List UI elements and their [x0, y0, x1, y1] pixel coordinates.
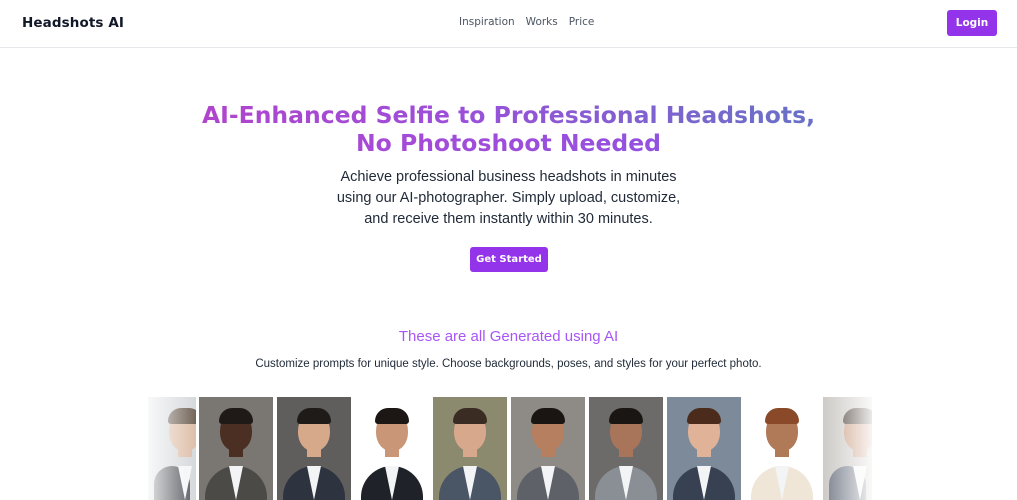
person-hair — [219, 408, 253, 424]
headshot-photo — [745, 397, 819, 500]
nav-link-inspiration[interactable]: Inspiration — [459, 16, 515, 28]
top-nav-bar: Headshots AI Inspiration Works Price Log… — [0, 0, 1017, 48]
photo-edge-fade — [823, 397, 872, 500]
headshot-photo — [589, 397, 663, 500]
hero-title-line-2: No Photoshoot Needed — [355, 129, 662, 157]
headshot-photo — [148, 397, 196, 500]
hero-title-line-1: AI-Enhanced Selfie to Professional Heads… — [0, 101, 1017, 129]
main-nav: Inspiration Works Price — [459, 16, 594, 28]
login-button[interactable]: Login — [947, 10, 997, 36]
gallery-title: These are all Generated using AI — [398, 328, 619, 345]
hero-subtitle: Achieve professional business headshots … — [0, 167, 1017, 230]
headshot-photo — [823, 397, 872, 500]
person-hair — [687, 408, 721, 424]
hero-subtitle-line-3: and receive them instantly within 30 min… — [364, 211, 653, 227]
headshot-photo — [277, 397, 351, 500]
nav-link-price[interactable]: Price — [569, 16, 595, 28]
headshot-photo — [511, 397, 585, 500]
person-hair — [609, 408, 643, 424]
person-hair — [297, 408, 331, 424]
nav-link-works[interactable]: Works — [526, 16, 558, 28]
hero-subtitle-line-2: using our AI-photographer. Simply upload… — [336, 190, 681, 206]
gallery-subtitle: Customize prompts for unique style. Choo… — [255, 358, 762, 370]
photo-edge-fade — [148, 397, 196, 500]
headshot-photo — [667, 397, 741, 500]
headshot-photo — [199, 397, 273, 500]
get-started-button[interactable]: Get Started — [470, 247, 548, 272]
hero-title: AI-Enhanced Selfie to Professional Heads… — [0, 101, 1017, 157]
person-hair — [453, 408, 487, 424]
headshot-gallery-strip — [148, 397, 872, 500]
person-hair — [765, 408, 799, 424]
headshot-photo — [355, 397, 429, 500]
person-hair — [531, 408, 565, 424]
hero-subtitle-line-1: Achieve professional business headshots … — [340, 169, 677, 185]
person-hair — [375, 408, 409, 424]
headshot-photo — [433, 397, 507, 500]
brand-logo[interactable]: Headshots AI — [22, 15, 124, 31]
